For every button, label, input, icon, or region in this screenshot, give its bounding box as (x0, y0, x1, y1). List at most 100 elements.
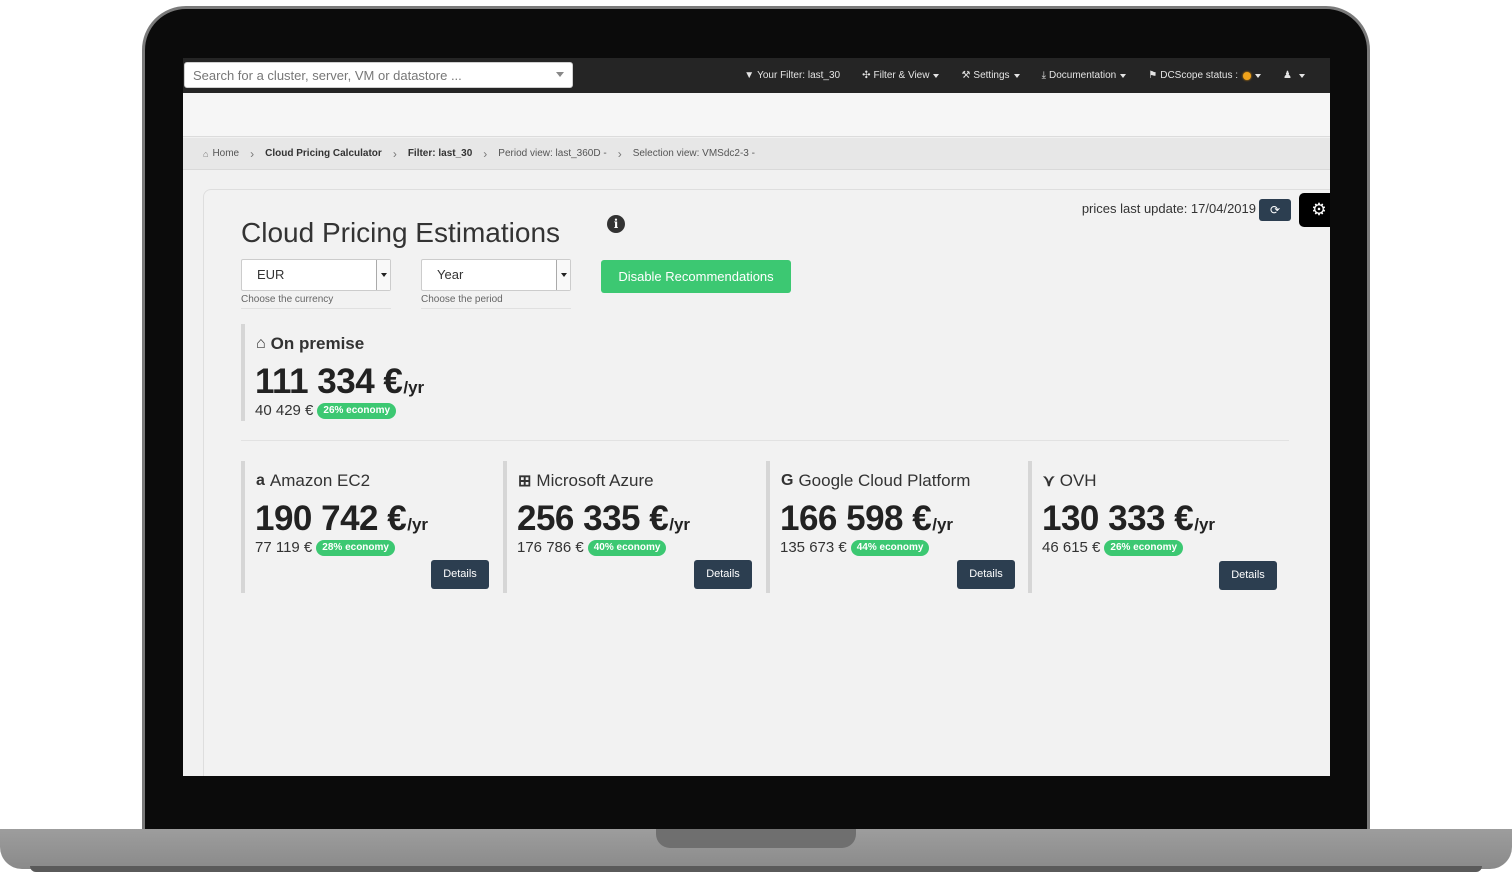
provider-price-row: 190 742 €/yr (255, 499, 428, 539)
breadcrumb-home-label: Home (212, 148, 240, 159)
currency-help: Choose the currency (241, 294, 391, 309)
on-premise-title: On premise (270, 334, 365, 353)
home-icon: ⌂ (256, 335, 266, 352)
search-dropdown-caret[interactable] (556, 72, 564, 77)
chevron-right-icon: › (617, 146, 622, 161)
provider-sub-row: 135 673 € 44% economy (780, 539, 930, 556)
gears-icon: ⚙ (1311, 200, 1327, 219)
status-indicator-icon (1243, 71, 1252, 80)
provider-title-row: ⊞ Microsoft Azure (518, 471, 654, 491)
flag-icon: ⚑ (1148, 70, 1158, 81)
prices-last-update: prices last update: 17/04/2019 (1081, 201, 1256, 216)
chevron-right-icon: › (250, 146, 255, 161)
provider-sub-row: 46 615 € 26% economy (1042, 539, 1184, 556)
user-icon: ♟ (1283, 70, 1292, 81)
breadcrumb-selection-view[interactable]: Selection view: VMSdc2-3 - (633, 148, 755, 159)
provider-unit: /yr (1194, 515, 1216, 534)
provider-sub-price: 46 615 € (1042, 539, 1101, 556)
provider-price-row: 130 333 €/yr (1042, 499, 1215, 539)
provider-unit: /yr (407, 515, 429, 534)
breadcrumb-period-view[interactable]: Period view: last_360D - (498, 148, 606, 159)
provider-price: 130 333 € (1042, 499, 1194, 538)
provider-sub-row: 77 119 € 28% economy (255, 539, 395, 556)
filter-view-label: Filter & View (873, 70, 930, 81)
crosshair-icon: ✣ (862, 70, 871, 81)
search-input[interactable] (185, 63, 572, 87)
subheader-band (183, 93, 1330, 137)
your-filter-link[interactable]: ▼ Your Filter: last_30 (733, 70, 851, 81)
provider-sub-row: 176 786 € 40% economy (517, 539, 667, 556)
status-menu[interactable]: ⚑ DCScope status : (1137, 70, 1272, 81)
provider-card-ovh: ⋎ OVH 130 333 €/yr 46 615 € 26% economy … (1028, 461, 1278, 593)
provider-unit: /yr (669, 515, 691, 534)
disable-recommendations-button[interactable]: Disable Recommendations (601, 260, 791, 293)
settings-label: Settings (973, 70, 1010, 81)
on-premise-price: 111 334 € (255, 362, 403, 401)
funnel-icon: ▼ (744, 70, 755, 81)
provider-title-row: a Amazon EC2 (256, 471, 370, 491)
chevron-right-icon: › (483, 146, 488, 161)
user-menu[interactable]: ♟ (1272, 70, 1316, 81)
top-nav-menu: ▼ Your Filter: last_30 ✣ Filter & View ⚒… (733, 58, 1316, 93)
on-premise-price-row: 111 334 €/yr (255, 362, 424, 402)
chevron-down-icon (556, 260, 570, 290)
provider-price: 190 742 € (255, 499, 407, 538)
wrench-icon: ⚒ (961, 70, 971, 81)
details-button[interactable]: Details (957, 560, 1015, 589)
documentation-menu[interactable]: ⤓ Documentation (1031, 70, 1138, 81)
currency-value: EUR (257, 267, 285, 282)
breadcrumb-calculator[interactable]: Cloud Pricing Calculator (265, 148, 382, 159)
provider-card-amazon: a Amazon EC2 190 742 €/yr 77 119 € 28% e… (241, 461, 491, 593)
chevron-down-icon (1013, 73, 1020, 78)
chevron-down-icon (933, 73, 940, 78)
provider-name: Microsoft Azure (536, 471, 654, 490)
windows-icon: ⊞ (518, 473, 532, 490)
provider-price: 166 598 € (780, 499, 932, 538)
provider-title-row: G Google Cloud Platform (781, 471, 970, 491)
economy-badge: 40% economy (587, 539, 667, 556)
provider-title-row: ⋎ OVH (1043, 471, 1097, 491)
your-filter-label: Your Filter: last_30 (757, 70, 841, 81)
download-icon: ⤓ (1041, 70, 1046, 81)
amazon-icon: a (256, 472, 265, 489)
breadcrumb-filter[interactable]: Filter: last_30 (408, 148, 472, 159)
settings-gear-button[interactable]: ⚙ (1299, 193, 1330, 227)
page-title: Cloud Pricing Estimations (241, 217, 561, 248)
on-premise-title-row: ⌂ On premise (256, 334, 364, 354)
refresh-button[interactable]: ⟳ (1259, 199, 1291, 221)
period-value: Year (437, 267, 464, 282)
provider-name: Amazon EC2 (269, 471, 371, 490)
provider-price-row: 256 335 €/yr (517, 499, 690, 539)
provider-name: OVH (1059, 471, 1097, 490)
status-label: DCScope status : (1160, 70, 1239, 81)
info-icon[interactable]: i (607, 215, 625, 233)
currency-select[interactable]: EUR (241, 259, 391, 291)
breadcrumb-home[interactable]: ⌂ Home (203, 148, 239, 159)
provider-sub-price: 135 673 € (780, 539, 847, 556)
provider-price: 256 335 € (517, 499, 669, 538)
provider-price-row: 166 598 €/yr (780, 499, 953, 539)
economy-badge: 26% economy (1104, 539, 1184, 556)
breadcrumb: ⌂ Home › Cloud Pricing Calculator › Filt… (183, 138, 1330, 170)
top-navbar: ▼ Your Filter: last_30 ✣ Filter & View ⚒… (183, 58, 1330, 93)
provider-card-google: G Google Cloud Platform 166 598 €/yr 135… (766, 461, 1016, 593)
on-premise-sub-price: 40 429 € (255, 402, 314, 419)
details-button[interactable]: Details (1219, 561, 1277, 590)
economy-badge: 44% economy (850, 539, 930, 556)
settings-menu[interactable]: ⚒ Settings (950, 70, 1030, 81)
documentation-label: Documentation (1048, 70, 1117, 81)
on-premise-card: ⌂ On premise 111 334 €/yr 40 429 € 26% e… (241, 324, 501, 421)
provider-unit: /yr (932, 515, 954, 534)
details-button[interactable]: Details (431, 560, 489, 589)
period-select[interactable]: Year (421, 259, 571, 291)
economy-badge: 28% economy (316, 539, 395, 556)
home-icon: ⌂ (203, 148, 209, 159)
on-premise-sub-row: 40 429 € 26% economy (255, 402, 397, 419)
section-divider (241, 440, 1289, 441)
provider-sub-price: 176 786 € (517, 539, 584, 556)
provider-card-azure: ⊞ Microsoft Azure 256 335 €/yr 176 786 €… (503, 461, 753, 593)
search-box[interactable] (184, 62, 573, 88)
ovh-icon: ⋎ (1043, 473, 1055, 490)
details-button[interactable]: Details (694, 560, 752, 589)
filter-view-menu[interactable]: ✣ Filter & View (851, 70, 950, 81)
